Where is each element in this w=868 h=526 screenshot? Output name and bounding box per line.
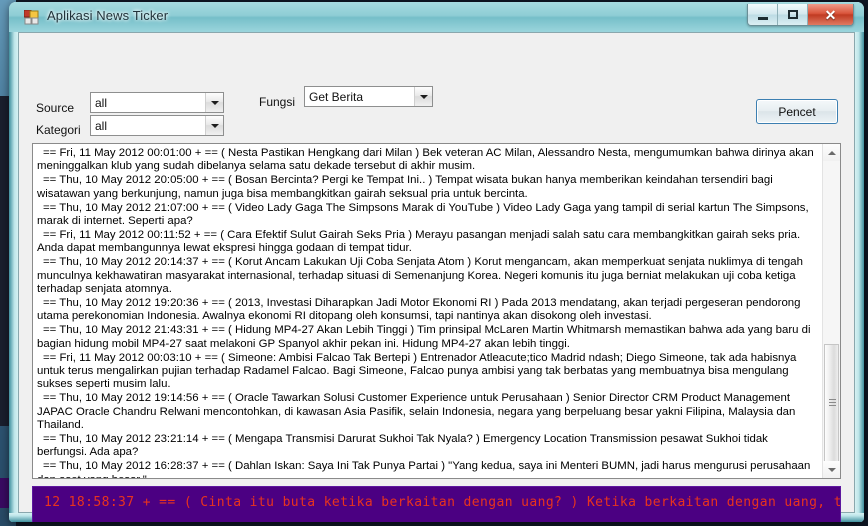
- kategori-value: all: [95, 118, 108, 133]
- minimize-icon: [757, 16, 768, 20]
- chevron-down-icon: [419, 94, 428, 99]
- list-item-text: == Thu, 10 May 2012 16:28:37 + == ( Dahl…: [37, 460, 811, 478]
- list-item[interactable]: == Thu, 10 May 2012 23:21:14 + == ( Meng…: [37, 433, 820, 460]
- list-item[interactable]: == Fri, 11 May 2012 00:11:52 + == ( Cara…: [37, 229, 820, 256]
- screen: Aplikasi News Ticker ✕ Source all Katego…: [0, 0, 868, 526]
- caption-buttons: ✕: [747, 4, 854, 26]
- kategori-label: Kategori: [36, 123, 81, 137]
- client-area: Source all Kategori all Fungsi Get Berit…: [18, 32, 855, 522]
- window-frame-left: [9, 2, 18, 522]
- list-item[interactable]: == Thu, 10 May 2012 21:43:31 + == ( Hidu…: [37, 324, 820, 351]
- news-list: == Fri, 11 May 2012 00:01:00 + == ( Nest…: [33, 144, 822, 478]
- source-label: Source: [36, 101, 75, 115]
- list-item[interactable]: == Thu, 10 May 2012 20:14:37 + == ( Koru…: [37, 256, 820, 296]
- list-item-text: == Thu, 10 May 2012 21:07:00 + == ( Vide…: [37, 201, 809, 228]
- close-button[interactable]: ✕: [808, 4, 853, 25]
- news-ticker: 12 18:58:37 + == ( Cinta itu buta ketika…: [32, 486, 841, 522]
- fungsi-value: Get Berita: [309, 89, 364, 104]
- list-item-text: == Thu, 10 May 2012 19:20:36 + == ( 2013…: [37, 296, 801, 323]
- maximize-button[interactable]: [778, 4, 808, 25]
- chevron-down-icon: [210, 123, 219, 128]
- source-value: all: [95, 95, 108, 110]
- close-icon: ✕: [824, 6, 837, 23]
- list-item-text: == Thu, 10 May 2012 21:43:31 + == ( Hidu…: [37, 324, 811, 350]
- scroll-up-button[interactable]: [823, 144, 840, 161]
- list-item[interactable]: == Thu, 10 May 2012 19:20:36 + == ( 2013…: [37, 297, 820, 324]
- list-item-text: == Fri, 11 May 2012 00:01:00 + == ( Nest…: [37, 147, 814, 173]
- list-item[interactable]: == Fri, 11 May 2012 00:03:10 + == ( Sime…: [37, 352, 820, 392]
- list-item-text: == Fri, 11 May 2012 00:11:52 + == ( Cara…: [37, 228, 801, 255]
- list-item-text: == Thu, 10 May 2012 23:21:14 + == ( Meng…: [37, 433, 768, 459]
- grip-icon: [829, 399, 836, 407]
- list-item[interactable]: == Thu, 10 May 2012 21:07:00 + == ( Vide…: [37, 202, 820, 229]
- list-item[interactable]: == Thu, 10 May 2012 20:05:00 + == ( Bosa…: [37, 174, 820, 201]
- source-dropdown-arrow[interactable]: [205, 93, 223, 112]
- list-item-text: == Fri, 11 May 2012 00:03:10 + == ( Sime…: [37, 351, 797, 391]
- minimize-button[interactable]: [748, 4, 778, 25]
- fungsi-label: Fungsi: [259, 95, 296, 109]
- form-designer-icon: [24, 10, 39, 25]
- list-item-text: == Thu, 10 May 2012 19:14:56 + == ( Orac…: [37, 392, 796, 432]
- triangle-up-icon: [827, 150, 836, 155]
- list-item[interactable]: == Fri, 11 May 2012 00:01:00 + == ( Nest…: [37, 147, 820, 174]
- background-window-body: [0, 96, 9, 426]
- window-frame-right: [855, 2, 864, 522]
- list-item[interactable]: == Thu, 10 May 2012 16:28:37 + == ( Dahl…: [37, 460, 820, 478]
- triangle-down-icon: [827, 467, 836, 472]
- list-item-text: == Thu, 10 May 2012 20:05:00 + == ( Bosa…: [37, 174, 773, 200]
- app-window: Aplikasi News Ticker ✕ Source all Katego…: [9, 2, 864, 522]
- vertical-scrollbar[interactable]: [822, 144, 840, 478]
- title-bar[interactable]: Aplikasi News Ticker ✕: [9, 2, 864, 32]
- ticker-text: 12 18:58:37 + == ( Cinta itu buta ketika…: [44, 495, 840, 510]
- kategori-combobox[interactable]: all: [90, 115, 224, 136]
- pencet-button[interactable]: Pencet: [756, 99, 838, 124]
- news-listbox[interactable]: == Fri, 11 May 2012 00:01:00 + == ( Nest…: [32, 143, 841, 479]
- fungsi-combobox[interactable]: Get Berita: [304, 86, 433, 107]
- scroll-down-button[interactable]: [823, 461, 840, 478]
- chevron-down-icon: [210, 100, 219, 105]
- list-item-text: == Thu, 10 May 2012 20:14:37 + == ( Koru…: [37, 256, 803, 296]
- maximize-icon: [787, 10, 798, 19]
- list-item[interactable]: == Thu, 10 May 2012 19:14:56 + == ( Orac…: [37, 392, 820, 432]
- fungsi-dropdown-arrow[interactable]: [414, 87, 432, 106]
- window-title: Aplikasi News Ticker: [47, 8, 169, 23]
- scrollbar-thumb[interactable]: [824, 344, 839, 462]
- source-combobox[interactable]: all: [90, 92, 224, 113]
- kategori-dropdown-arrow[interactable]: [205, 116, 223, 135]
